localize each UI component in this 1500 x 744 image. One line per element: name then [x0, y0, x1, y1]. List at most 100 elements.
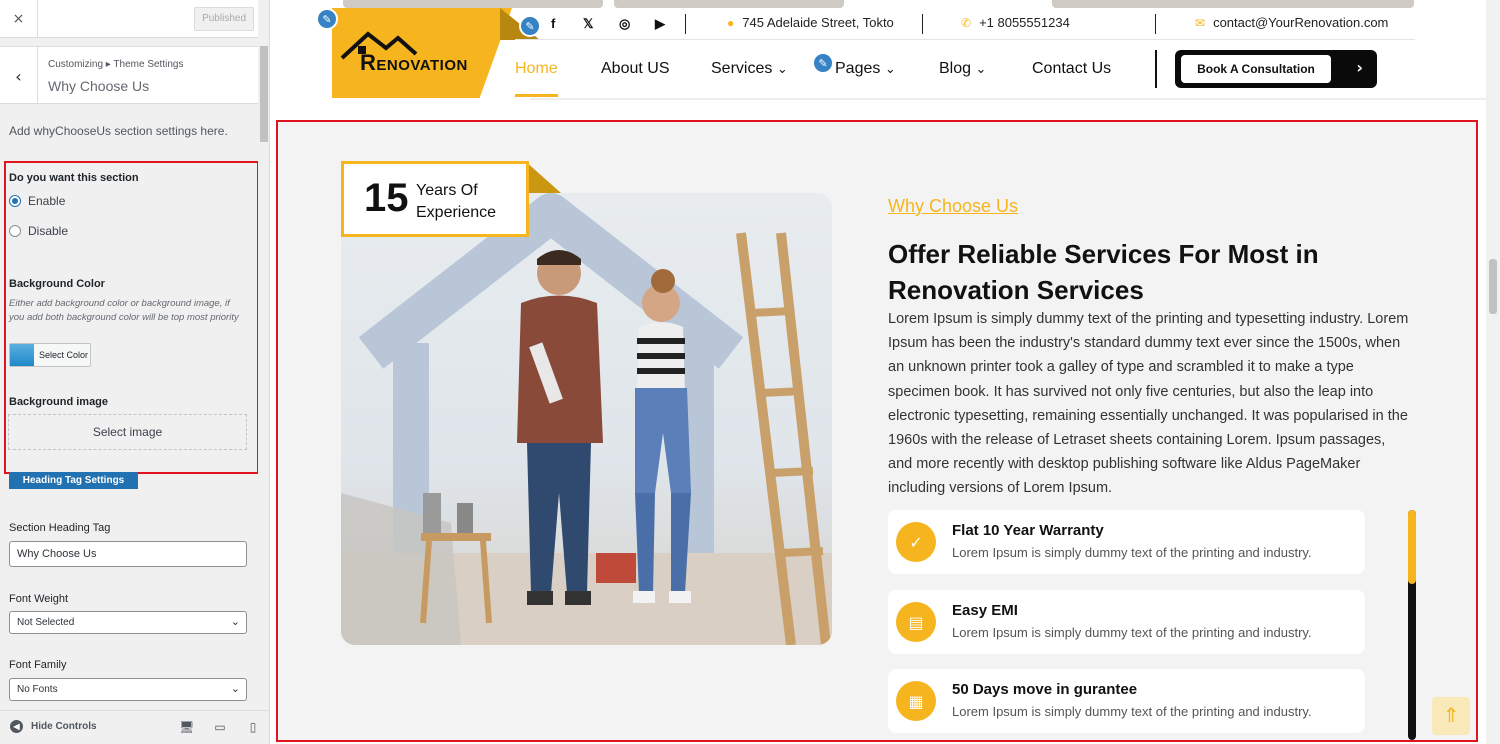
- section-toggle-label: Do you want this section: [9, 172, 139, 184]
- feature-desc: Lorem Ipsum is simply dummy text of the …: [952, 704, 1312, 719]
- section-heading-tag-input[interactable]: Why Choose Us: [9, 541, 247, 567]
- envelope-icon: ✉: [1195, 15, 1206, 30]
- logo-wordmark: ENOVATION: [376, 57, 468, 74]
- back-arrow-icon[interactable]: ‹: [0, 47, 38, 105]
- chevron-down-icon: ⌄: [230, 683, 240, 695]
- feature-desc: Lorem Ipsum is simply dummy text of the …: [952, 545, 1312, 560]
- divider: [1155, 14, 1156, 34]
- nav-home[interactable]: Home: [515, 60, 558, 78]
- photo-illustration: [341, 193, 832, 645]
- radio-disable-dot[interactable]: [9, 225, 21, 237]
- logo-text[interactable]: RENOVATION: [360, 50, 468, 76]
- bg-color-note: Either add background color or backgroun…: [9, 298, 239, 323]
- location-pin-icon: ●: [727, 15, 735, 30]
- nav-services-label: Services: [711, 60, 773, 77]
- experience-badge: 15 Years Of Experience: [341, 161, 529, 237]
- desktop-preview-icon[interactable]: 🖥: [179, 720, 194, 736]
- nav-blog[interactable]: Blog ⌄: [939, 60, 986, 78]
- book-consultation-button[interactable]: Book A Consultation ›: [1175, 50, 1377, 88]
- close-icon[interactable]: ×: [0, 0, 38, 38]
- customizer-header: × Published: [0, 0, 258, 38]
- email-info[interactable]: ✉ contact@YourRenovation.com: [1195, 15, 1388, 30]
- feature-card: ✓ Flat 10 Year Warranty Lorem Ipsum is s…: [888, 510, 1365, 574]
- font-family-select[interactable]: No Fonts ⌄: [9, 678, 247, 701]
- nav-about[interactable]: About US: [601, 60, 669, 78]
- font-family-value: No Fonts: [17, 684, 58, 695]
- heading-tag-settings-button[interactable]: Heading Tag Settings: [9, 472, 138, 489]
- edit-pencil-icon[interactable]: ✎: [812, 52, 834, 74]
- page-scrollbar[interactable]: [1486, 0, 1500, 744]
- nav-active-underline: [515, 94, 558, 97]
- address-info: ● 745 Adelaide Street, Tokto: [727, 15, 894, 30]
- nav-pages-label: Pages: [835, 60, 881, 77]
- experience-line1: Years Of: [416, 182, 478, 199]
- divider: [922, 14, 923, 34]
- published-button[interactable]: Published: [194, 7, 254, 31]
- sidebar-scroll-thumb[interactable]: [260, 46, 268, 142]
- breadcrumb: Customizing ▸ Theme Settings: [48, 59, 184, 70]
- section-heading-tag-label: Section Heading Tag: [9, 522, 111, 534]
- nav-contact[interactable]: Contact Us: [1032, 60, 1111, 78]
- section-paragraph: Lorem Ipsum is simply dummy text of the …: [888, 311, 1409, 497]
- phone-text: +1 8055551234: [979, 15, 1070, 30]
- top-info-bar: f 𝕏 ◎ ▶ ● 745 Adelaide Street, Tokto ✆ +…: [515, 8, 1415, 40]
- chevron-down-icon: ⌄: [975, 61, 987, 76]
- page-scroll-thumb[interactable]: [1489, 259, 1497, 314]
- logo-initial: R: [360, 50, 377, 75]
- font-family-label: Font Family: [9, 659, 67, 671]
- nav-blog-label: Blog: [939, 60, 972, 77]
- youtube-icon[interactable]: ▶: [655, 16, 665, 32]
- edit-pencil-icon[interactable]: ✎: [316, 8, 338, 30]
- feature-card: ▤ Easy EMI Lorem Ipsum is simply dummy t…: [888, 590, 1365, 654]
- features-scroll-thumb[interactable]: [1408, 510, 1416, 584]
- renovation-couple-photo: [341, 193, 832, 645]
- select-color-label: Select Color: [39, 350, 89, 360]
- experience-label: Years Of Experience: [416, 180, 496, 224]
- panel-title: Why Choose Us: [48, 78, 150, 94]
- scroll-to-top-button[interactable]: ⇑: [1432, 697, 1470, 735]
- phone-info[interactable]: ✆ +1 8055551234: [961, 15, 1070, 30]
- feature-desc: Lorem Ipsum is simply dummy text of the …: [952, 625, 1312, 640]
- chevron-down-icon: ⌄: [884, 61, 896, 76]
- radio-enable-dot[interactable]: [9, 195, 21, 207]
- feature-title: Easy EMI: [952, 602, 1018, 619]
- feature-title: Flat 10 Year Warranty: [952, 522, 1104, 539]
- header-image-strip: [614, 0, 844, 8]
- experience-line2: Experience: [416, 204, 497, 221]
- hide-controls-label: Hide Controls: [31, 721, 97, 732]
- radio-disable[interactable]: Disable: [9, 224, 68, 238]
- feature-card: ▦ 50 Days move in gurantee Lorem Ipsum i…: [888, 669, 1365, 733]
- hide-controls-button[interactable]: ◀ Hide Controls: [10, 720, 97, 733]
- header-bottom-border: [530, 98, 1486, 100]
- chevron-down-icon: ⌄: [776, 61, 788, 76]
- experience-years: 15: [364, 176, 409, 220]
- header-image-strip: [1052, 0, 1414, 8]
- facebook-icon[interactable]: f: [551, 16, 555, 31]
- check-badge-icon: ✓: [896, 522, 936, 562]
- mobile-preview-icon[interactable]: ▯: [246, 720, 260, 736]
- nav-pages[interactable]: Pages ⌄: [835, 60, 896, 78]
- section-eyebrow[interactable]: Why Choose Us: [888, 196, 1018, 217]
- font-weight-select[interactable]: Not Selected ⌄: [9, 611, 247, 634]
- arrow-right-icon: ›: [1356, 58, 1363, 77]
- bg-color-label: Background Color: [9, 278, 105, 290]
- phone-icon: ✆: [961, 15, 972, 30]
- address-text: 745 Adelaide Street, Tokto: [742, 15, 894, 30]
- customizer-footer: ◀ Hide Controls 🖥 ▭ ▯: [0, 710, 269, 744]
- instagram-icon[interactable]: ◎: [619, 16, 630, 32]
- nav-services[interactable]: Services ⌄: [711, 60, 788, 78]
- radio-enable-label: Enable: [28, 194, 66, 208]
- tablet-preview-icon[interactable]: ▭: [213, 720, 227, 736]
- select-image-button[interactable]: Select image: [8, 414, 247, 450]
- customizer-sidebar: × Published ‹ Customizing ▸ Theme Settin…: [0, 0, 270, 744]
- radio-enable[interactable]: Enable: [9, 194, 65, 208]
- x-twitter-icon[interactable]: 𝕏: [583, 16, 593, 32]
- select-color-button[interactable]: Select Color: [9, 343, 91, 367]
- building-icon: ▦: [896, 681, 936, 721]
- panel-header: ‹ Customizing ▸ Theme Settings Why Choos…: [0, 46, 258, 105]
- nav-divider: [1155, 50, 1157, 88]
- font-weight-label: Font Weight: [9, 593, 69, 605]
- radio-disable-label: Disable: [28, 224, 69, 238]
- feature-title: 50 Days move in gurantee: [952, 681, 1138, 698]
- section-heading: Offer Reliable Services For Most in Reno…: [888, 239, 1319, 305]
